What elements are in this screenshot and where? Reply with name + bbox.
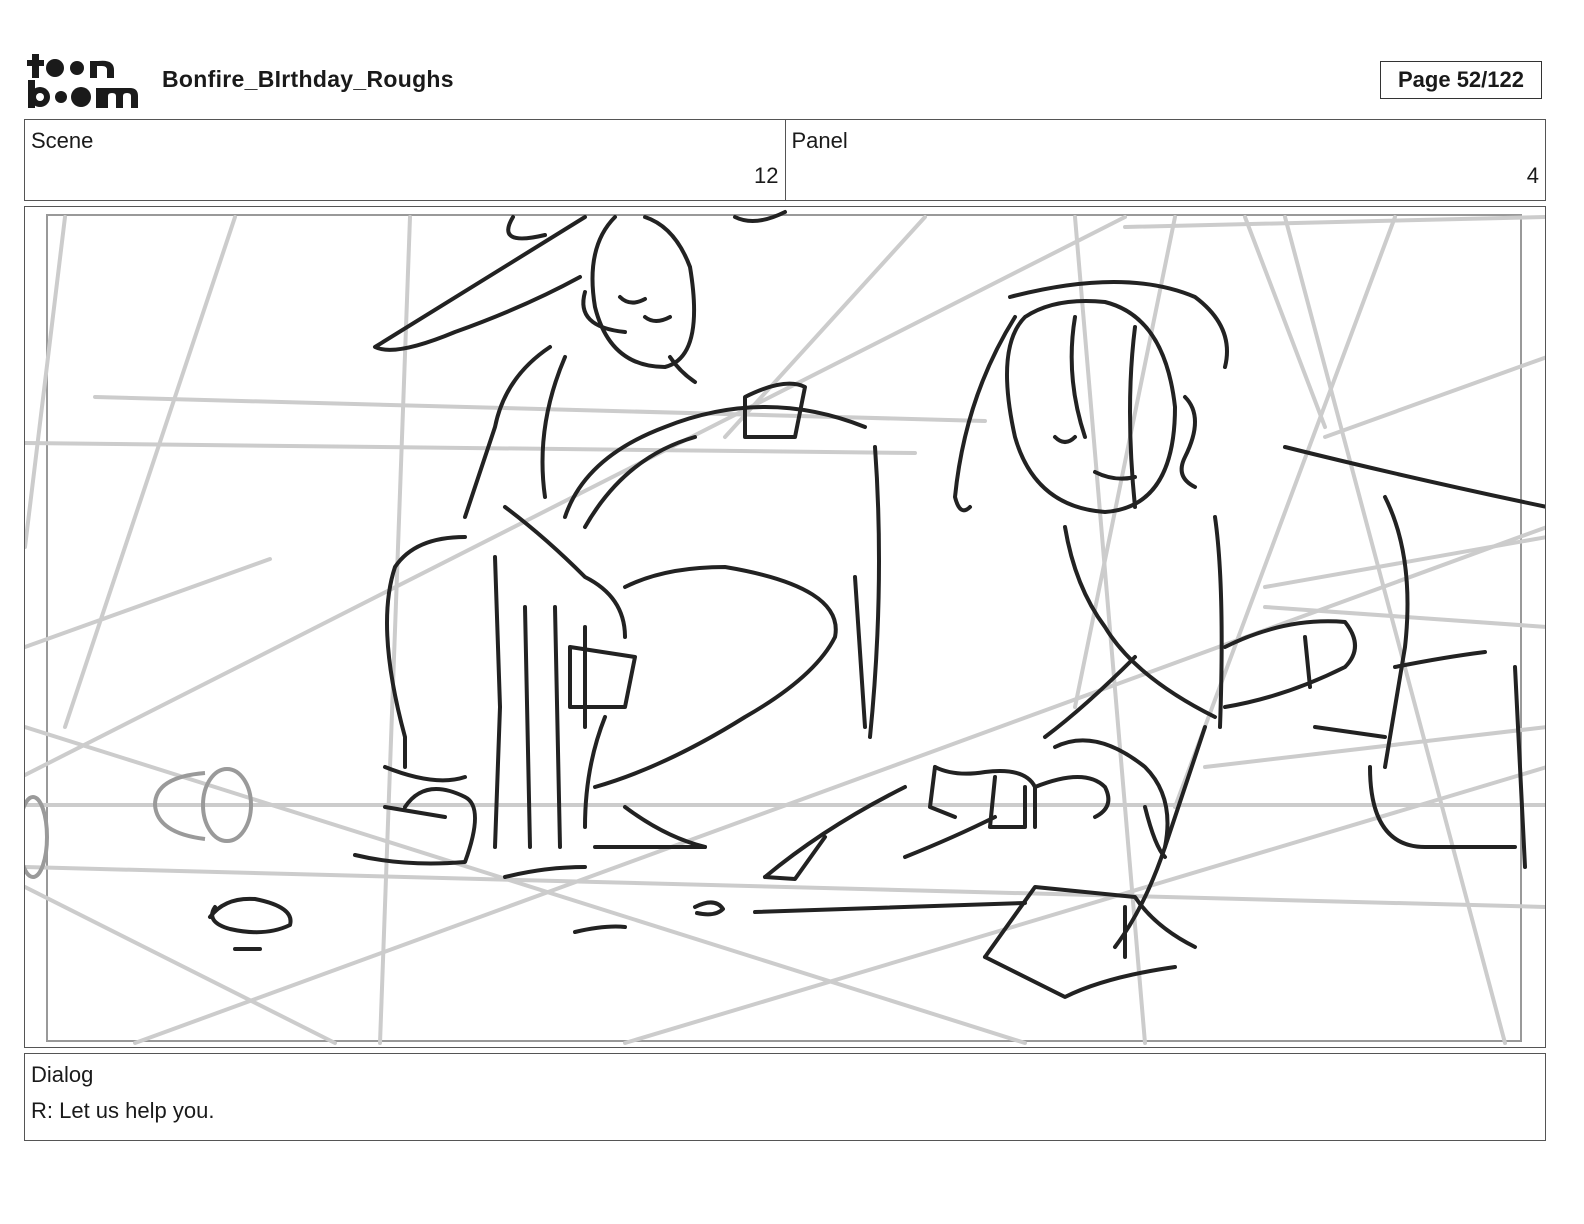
safe-frame	[46, 214, 1522, 1042]
project-title: Bonfire_BIrthday_Roughs	[162, 66, 454, 92]
scene-cell: Scene 12	[25, 120, 785, 200]
panel-cell: Panel 4	[784, 120, 1546, 200]
dialog-label: Dialog	[31, 1062, 94, 1087]
panel-label: Panel	[791, 128, 848, 153]
character-sketches	[208, 210, 1545, 999]
dialog-box: Dialog R: Let us help you.	[24, 1053, 1546, 1141]
toonboom-logo	[26, 50, 140, 112]
cup-prop	[25, 767, 253, 879]
panel-number: 4	[1526, 163, 1539, 188]
dialog-text: R: Let us help you.	[31, 1098, 215, 1123]
page-indicator: Page 52/122	[1380, 61, 1542, 99]
scene-label: Scene	[31, 128, 94, 153]
storyboard-panel	[24, 206, 1546, 1048]
scene-number: 12	[754, 163, 779, 188]
perspective-guides	[25, 215, 1545, 1045]
storyboard-sketch	[25, 210, 1545, 1045]
scene-panel-info: Scene 12 Panel 4	[24, 119, 1546, 201]
